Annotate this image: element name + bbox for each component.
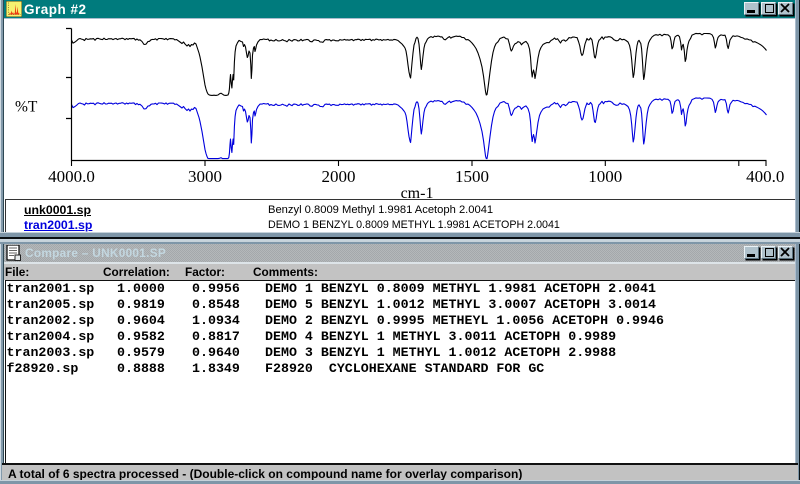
svg-text:400.0: 400.0 [746,167,784,186]
svg-text:3000: 3000 [188,167,222,186]
svg-text:4000.0: 4000.0 [48,167,95,186]
svg-text:%T: %T [15,99,38,116]
svg-text:1500: 1500 [455,167,489,186]
svg-text:1000: 1000 [588,167,622,186]
svg-text:cm-1: cm-1 [401,185,434,199]
svg-text:2000: 2000 [322,167,356,186]
